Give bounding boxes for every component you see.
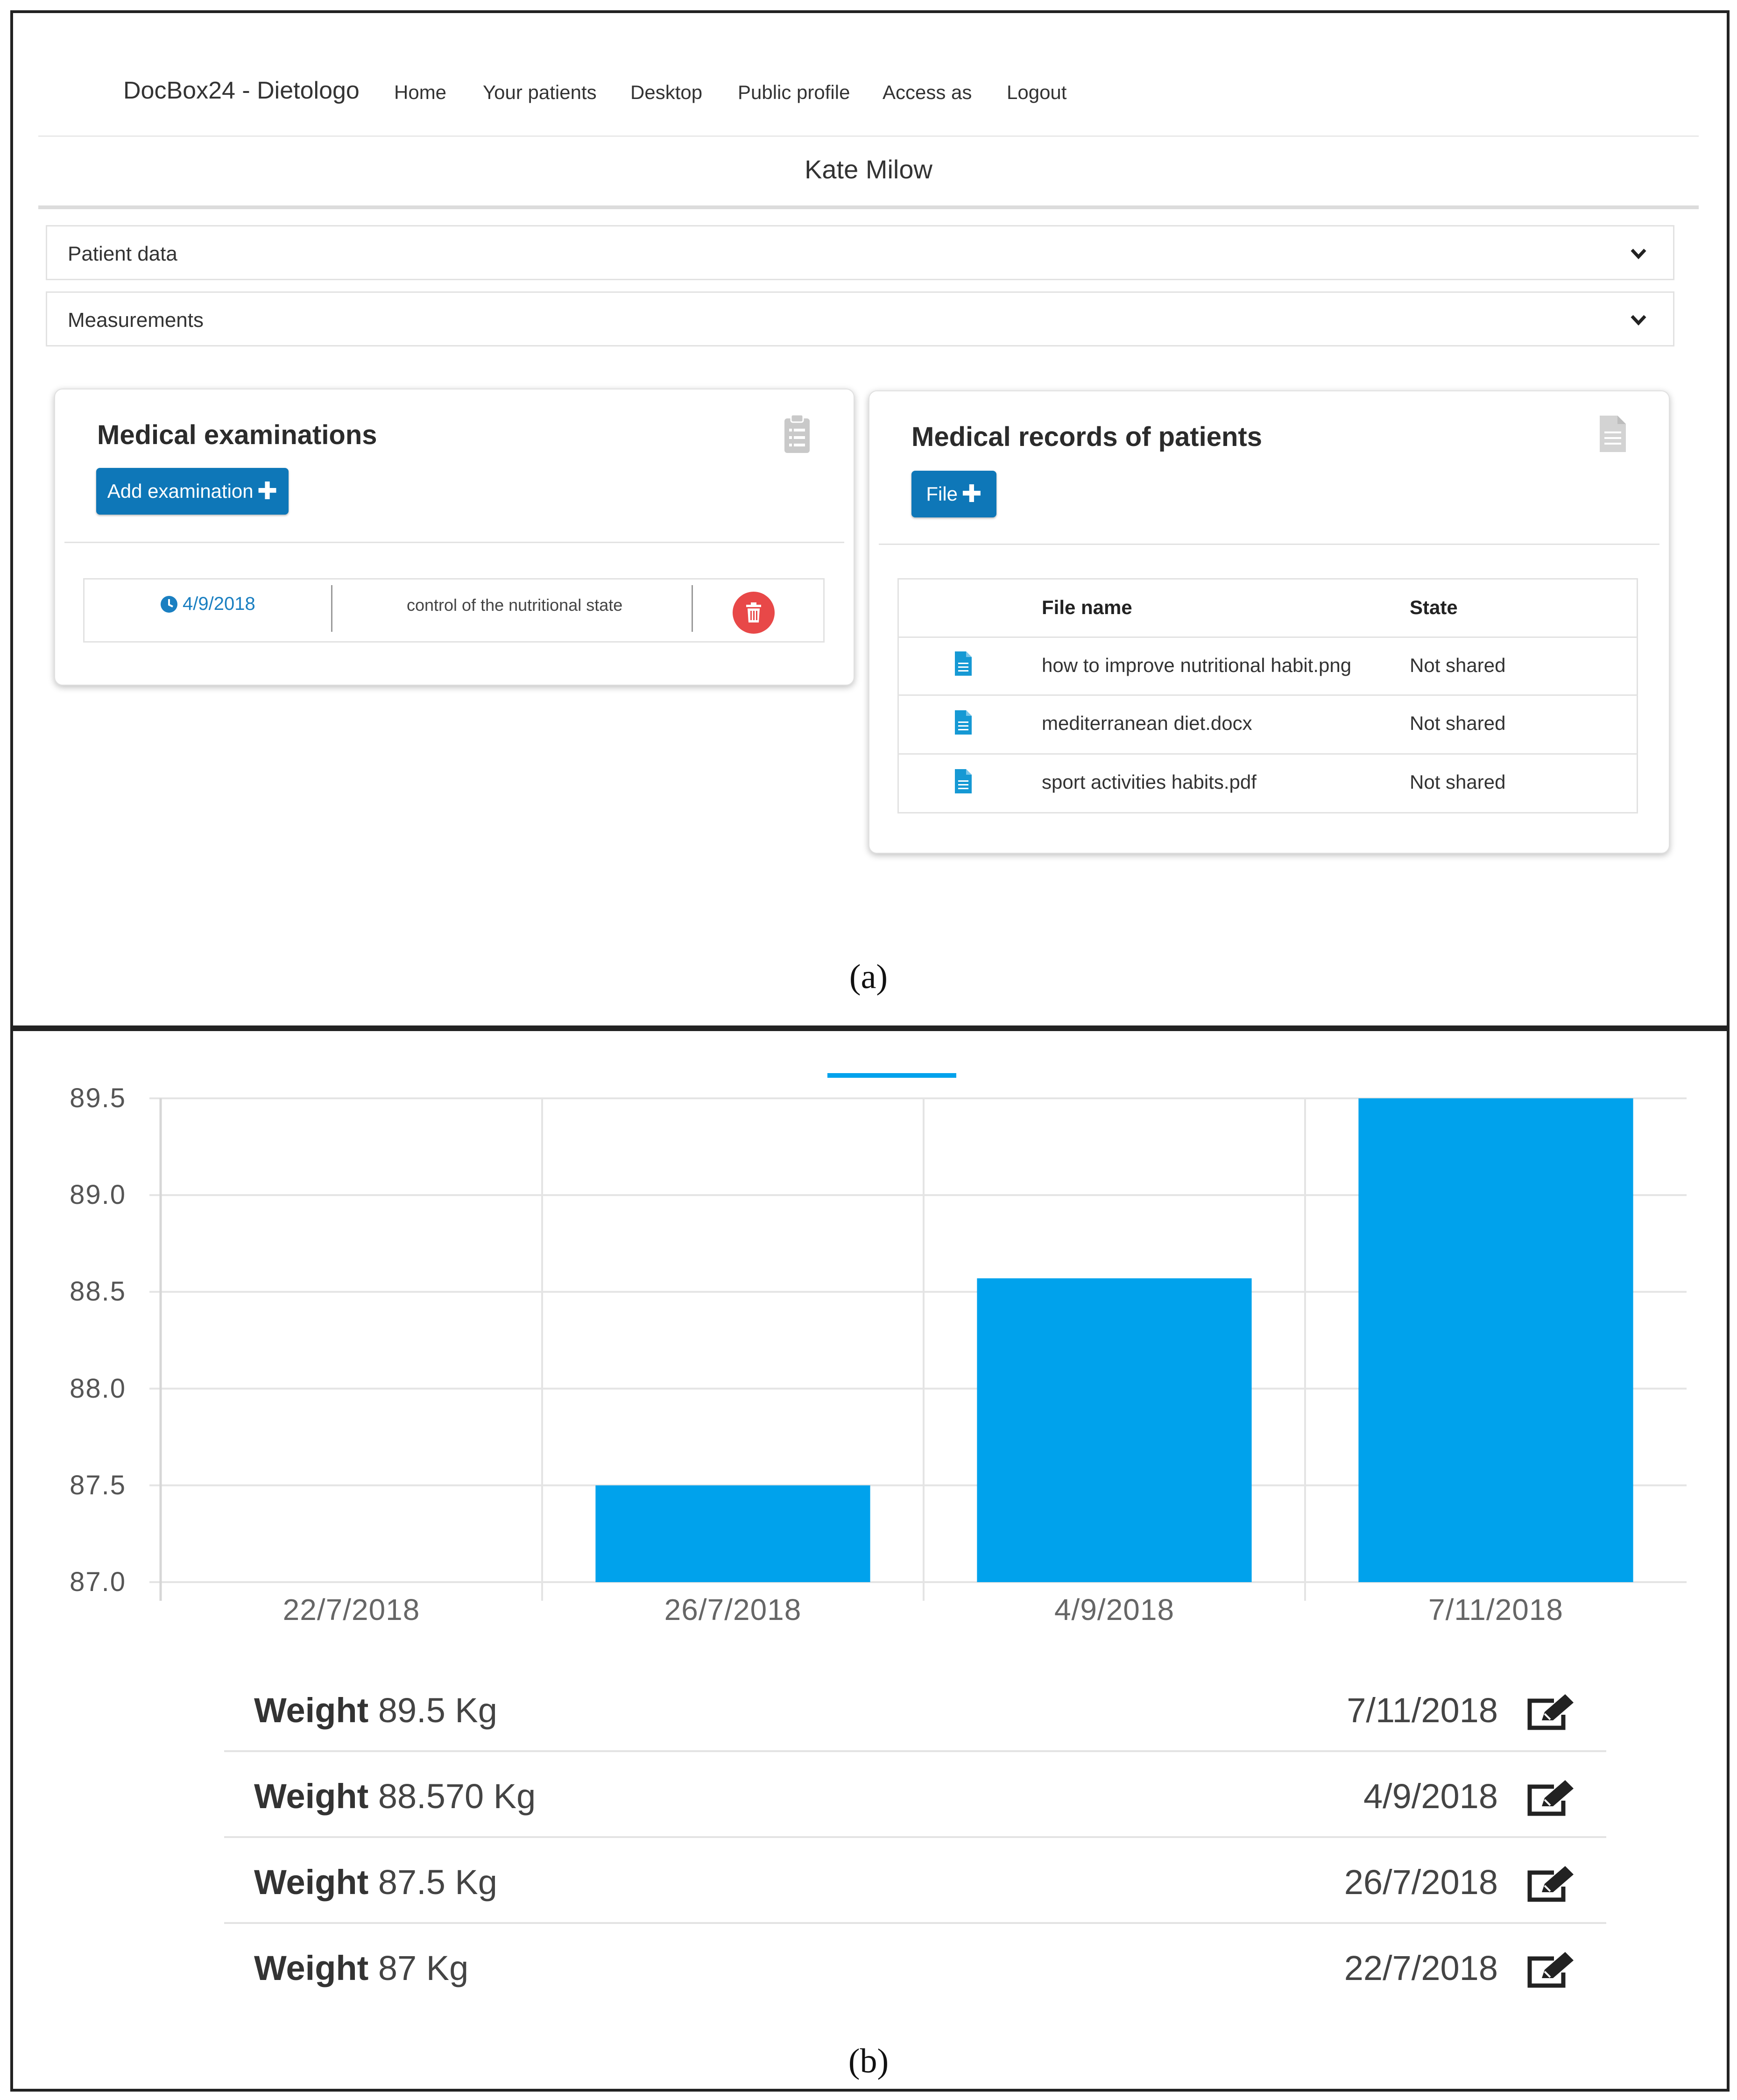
weight-label: Weight [254,1691,369,1730]
weight-date: 26/7/2018 [1344,1863,1498,1902]
caption-b: (b) [848,2042,889,2080]
edit-icon[interactable] [1526,1866,1577,1903]
bar[interactable] [595,1485,870,1582]
x-tick-label: 4/9/2018 [1054,1593,1175,1626]
weight-row: Weight 87.5 Kg 26/7/2018 [224,1838,1606,1924]
x-tick-label: 7/11/2018 [1428,1593,1563,1626]
weight-value: 87 Kg [378,1949,469,1987]
weight-value: 87.5 Kg [378,1863,497,1902]
weight-entry: Weight 87.5 Kg [254,1862,497,1902]
weight-date: 22/7/2018 [1344,1949,1498,1987]
y-tick-label: 87.0 [70,1567,126,1597]
weight-label: Weight [254,1949,369,1987]
x-tick-label: 26/7/2018 [664,1593,802,1626]
edit-icon[interactable] [1526,1694,1577,1732]
weight-entry: Weight 88.570 Kg [254,1776,536,1816]
y-tick-label: 88.5 [70,1276,126,1307]
weight-date: 7/11/2018 [1347,1691,1498,1730]
x-tick-label: 22/7/2018 [282,1593,420,1626]
bar[interactable] [977,1278,1252,1582]
y-tick-label: 89.5 [70,1083,126,1113]
bar[interactable] [1358,1098,1633,1582]
weight-bar-chart [149,1097,1687,1601]
edit-icon[interactable] [1526,1780,1577,1817]
weight-entry: Weight 89.5 Kg [254,1690,497,1730]
weight-date: 4/9/2018 [1363,1777,1498,1816]
weight-label: Weight [254,1777,369,1816]
weight-value: 89.5 Kg [378,1691,497,1730]
weight-entry: Weight 87 Kg [254,1948,468,1988]
weight-row: Weight 88.570 Kg 4/9/2018 [224,1752,1606,1838]
y-tick-label: 87.5 [70,1470,126,1500]
y-tick-label: 89.0 [70,1180,126,1210]
weight-row: Weight 89.5 Kg 7/11/2018 [224,1666,1606,1752]
edit-icon[interactable] [1526,1952,1577,1989]
weight-row: Weight 87 Kg 22/7/2018 [224,1924,1606,2010]
weight-label: Weight [254,1863,369,1902]
weight-value: 88.570 Kg [378,1777,536,1816]
y-tick-label: 88.0 [70,1373,126,1404]
